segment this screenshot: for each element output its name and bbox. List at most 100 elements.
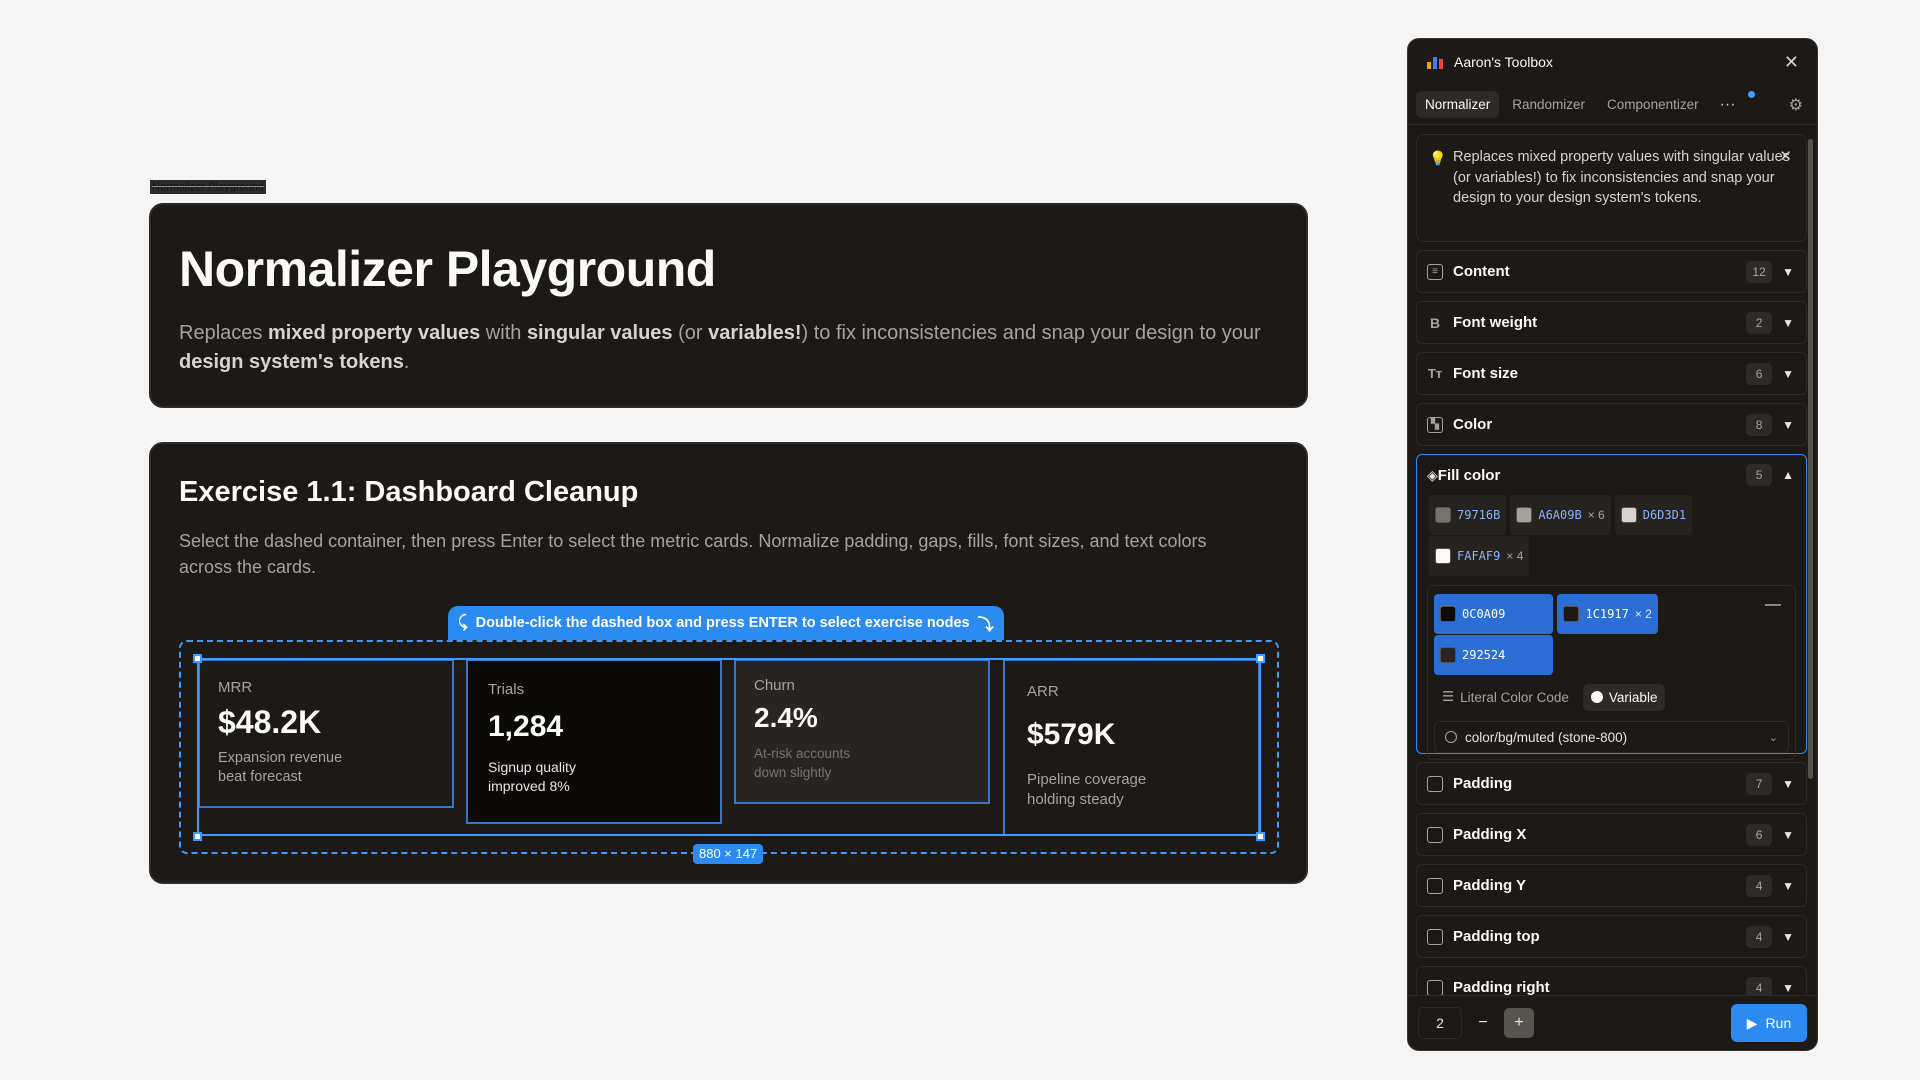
notification-dot [1748,91,1755,98]
swatch [1440,606,1456,622]
color-chip[interactable]: 1C1917 × 2 [1557,594,1658,634]
color-chip[interactable]: 292524 [1434,635,1554,675]
count-badge: 5 [1746,464,1773,486]
selected-color-group: — 0C0A09 1C1917 × 2 292524 ☰ Literal Color … [1427,585,1796,760]
section-font-weight[interactable]: B Font weight 2 ▼ [1416,301,1807,344]
swatch [1563,606,1580,622]
count-badge: 8 [1746,413,1773,436]
tab-randomizer[interactable]: Randomizer [1503,91,1594,118]
resize-handle[interactable] [1256,654,1265,663]
iterations-input[interactable]: 2 [1418,1007,1462,1039]
frame-label[interactable]: Normalizer Playground [150,180,266,194]
resize-handle[interactable] [193,832,202,841]
dimension-badge: 880 × 147 [693,844,764,864]
exercise-title: Exercise 1.1: Dashboard Cleanup [179,476,639,508]
mode-variable-option[interactable]: Variable [1582,683,1666,711]
swatch [1435,507,1451,523]
chevron-down-icon[interactable]: ▼ [1782,367,1794,381]
color-chip[interactable]: 79716B [1429,495,1507,535]
exercise-description: Select the dashed container, then press … [179,531,1207,577]
more-icon[interactable]: ··· [1712,96,1744,114]
section-padding-x[interactable]: Padding X 6 ▼ [1416,813,1807,856]
resize-handle[interactable] [193,654,202,663]
hero-description: Replaces mixed property values with sing… [179,322,1261,373]
hero-frame[interactable]: Normalizer Playground Replaces mixed pro… [149,203,1308,408]
section-label: Padding top [1453,928,1540,945]
padding-right-icon [1427,979,1443,995]
count-badge: 4 [1746,925,1773,948]
mode-literal-option[interactable]: ☰ Literal Color Code [1434,683,1577,711]
tab-normalizer[interactable]: Normalizer [1416,91,1500,118]
chevron-down-icon: ⌄ [1768,731,1778,744]
section-padding-y[interactable]: Padding Y 4 ▼ [1416,864,1807,907]
fill-color-header[interactable]: ◈ Fill color 5 ▲ [1417,455,1806,495]
section-fill-color: ◈ Fill color 5 ▲ 79716B A6A09B × 6 D6D3D1 FA… [1416,454,1807,760]
paint-bucket-icon: ◈ [1427,466,1438,483]
section-label: Padding [1453,775,1513,792]
color-chip[interactable]: 0C0A09 [1434,594,1554,634]
section-padding-top[interactable]: Padding top 4 ▼ [1416,915,1807,958]
tab-componentizer[interactable]: Componentizer [1598,91,1708,118]
panel-scroll-area[interactable]: 💡 Replaces mixed property values with si… [1408,126,1817,995]
chevron-down-icon[interactable]: ▼ [1782,265,1794,279]
chevron-down-icon[interactable]: ▼ [1782,777,1794,791]
chevron-down-icon[interactable]: ▼ [1782,828,1794,842]
hero-title: Normalizer Playground [179,241,716,297]
plugin-panel: Aaron's Toolbox ✕ Normalizer Randomizer … [1407,38,1818,1051]
count-badge: 4 [1746,976,1773,995]
count-badge: 2 [1746,311,1773,334]
chevron-down-icon[interactable]: ▼ [1782,418,1794,432]
scrollbar[interactable] [1808,139,1813,779]
section-label: Fill color [1437,466,1501,484]
hint-text: Double-click the dashed box and press EN… [475,615,970,631]
swatch [1516,507,1533,523]
chevron-down-icon[interactable]: ▼ [1782,316,1794,330]
count-badge: 12 [1746,260,1773,283]
selection-box [197,658,1261,836]
section-padding[interactable]: Padding 7 ▼ [1416,762,1807,805]
section-label: Font size [1453,365,1519,382]
run-label: Run [1765,1015,1792,1031]
variable-icon [1445,731,1457,743]
chevron-down-icon[interactable]: ▼ [1782,879,1794,893]
section-padding-right[interactable]: Padding right 4 ▼ [1416,966,1807,995]
variable-select[interactable]: color/bg/muted (stone-800) ⌄ [1434,721,1789,753]
list-icon: ☰ [1442,689,1455,704]
section-font-size[interactable]: Tт Font size 6 ▼ [1416,352,1807,395]
section-label: Content [1453,263,1510,280]
section-label: Padding X [1453,826,1527,843]
padding-y-icon [1427,877,1443,894]
minus-icon[interactable]: — [1765,596,1781,614]
bold-icon: B [1429,314,1441,331]
font-size-icon: Tт [1427,366,1443,381]
padding-icon [1427,775,1443,792]
swatch [1435,548,1451,564]
radio-icon [1590,691,1603,703]
info-text: Replaces mixed property values with sing… [1453,149,1790,206]
chevron-down-icon[interactable]: ▼ [1782,930,1794,944]
run-button[interactable]: ▶ Run [1731,1004,1807,1042]
chevron-up-icon[interactable]: ▲ [1782,468,1794,482]
section-color[interactable]: ▚ Color 8 ▼ [1416,403,1807,446]
increment-button[interactable]: + [1504,1008,1534,1038]
chevron-down-icon[interactable]: ▼ [1782,981,1794,995]
lightbulb-icon: 💡 [1429,150,1447,166]
padding-x-icon [1427,826,1443,843]
close-icon[interactable]: ✕ [1784,52,1799,73]
color-chip[interactable]: FAFAF9 × 4 [1429,536,1530,576]
color-chip[interactable]: D6D3D1 [1614,495,1693,535]
section-content[interactable]: ≡ Content 12 ▼ [1416,250,1807,293]
exercise-hint-banner: ⤹ Double-click the dashed box and press … [448,606,1004,640]
close-icon[interactable]: ✕ [1779,147,1792,168]
count-badge: 7 [1746,772,1773,795]
info-callout: 💡 Replaces mixed property values with si… [1416,134,1807,242]
variable-value: color/bg/muted (stone-800) [1465,729,1628,745]
gear-icon[interactable]: ⚙ [1789,95,1803,115]
decrement-button[interactable]: − [1468,1008,1498,1038]
count-badge: 6 [1746,362,1773,385]
resize-handle[interactable] [1256,832,1265,841]
fill-chip-list: 79716B A6A09B × 6 D6D3D1 FAFAF9 × 4 [1417,495,1806,577]
color-swatch-icon: ▚ [1427,416,1443,433]
color-chip[interactable]: A6A09B × 6 [1510,495,1611,535]
panel-footer: 2 − + ▶ Run [1408,995,1817,1050]
